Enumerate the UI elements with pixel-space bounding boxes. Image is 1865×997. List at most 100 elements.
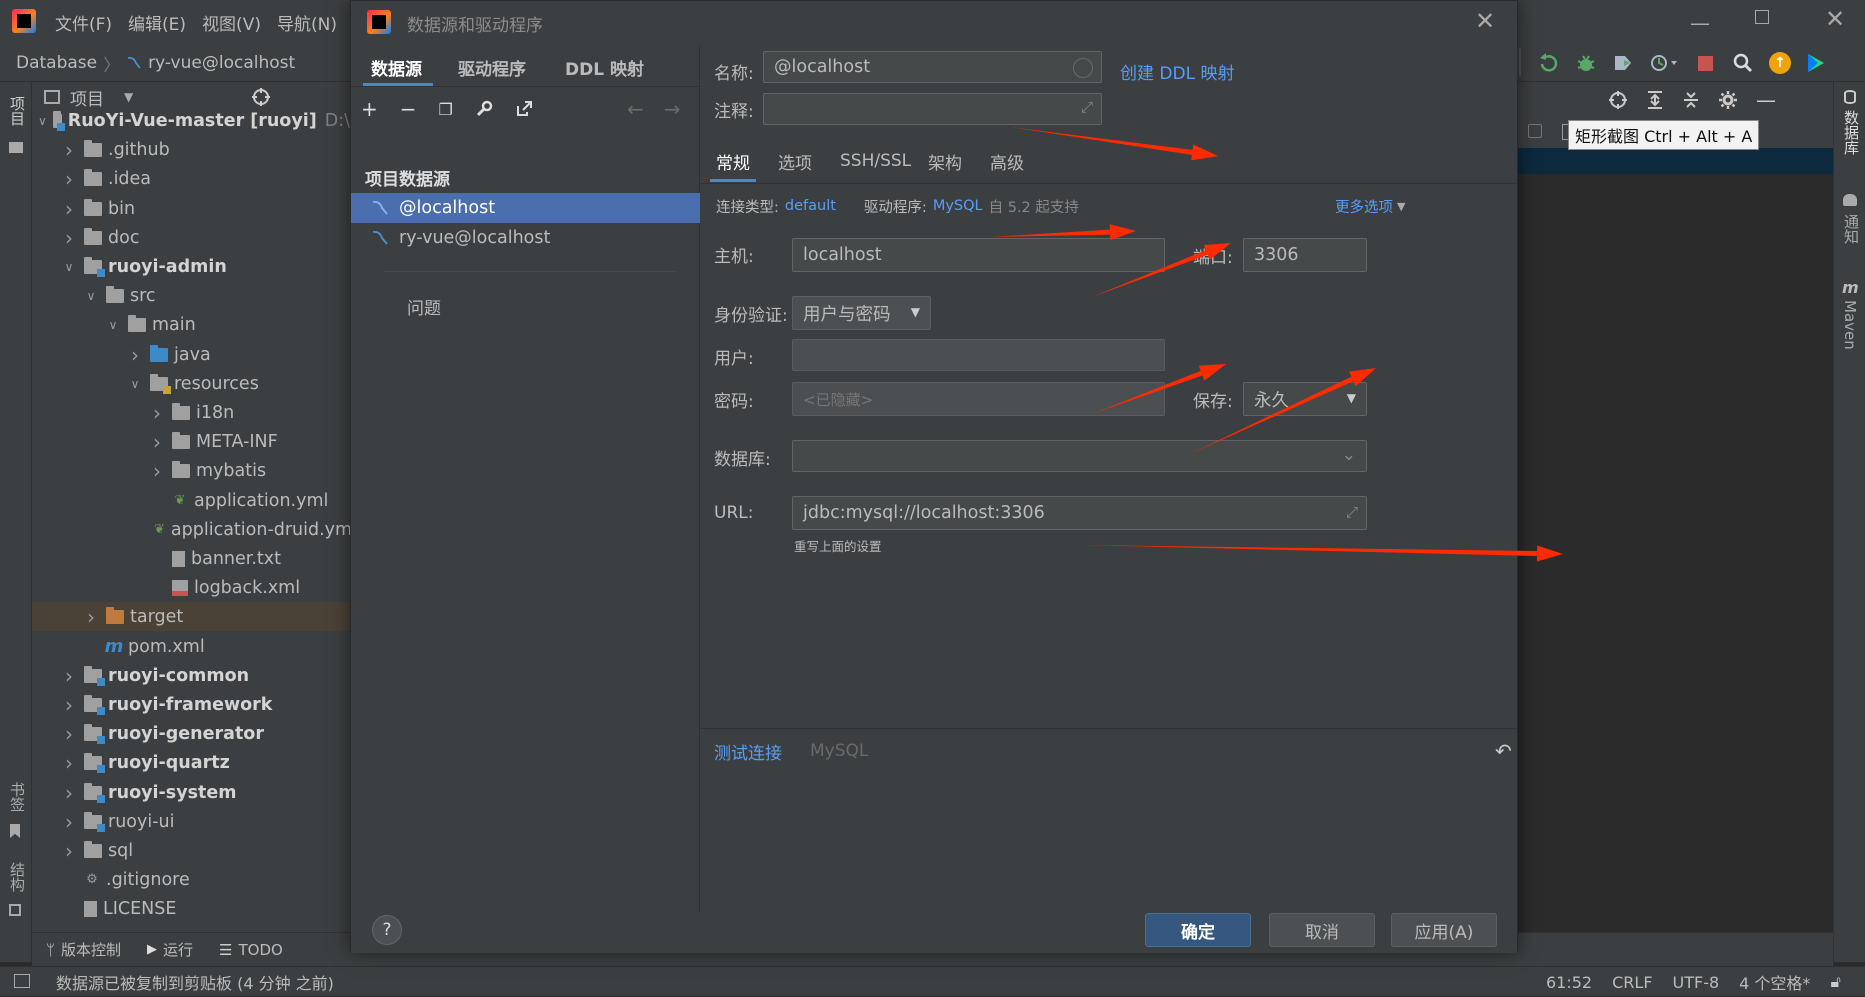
breadcrumb-datasource[interactable]: ry-vue@localhost — [148, 53, 295, 73]
chevron-right-icon[interactable]: › — [60, 197, 78, 221]
tree-item[interactable]: ❦ application-druid.yml — [32, 515, 350, 544]
notifications-tool-tab[interactable]: 通知 — [1841, 214, 1862, 244]
apply-button[interactable]: 应用(A) — [1391, 913, 1497, 947]
search-icon[interactable] — [1732, 52, 1754, 74]
chevron-down-icon[interactable]: ▼ — [124, 90, 133, 104]
line-separator[interactable]: CRLF — [1612, 973, 1652, 992]
chevron-right-icon[interactable]: › — [60, 839, 78, 863]
chevron-right-icon[interactable]: › — [60, 781, 78, 805]
todo-tool-button[interactable]: ☰ TODO — [219, 941, 283, 959]
tab-advanced[interactable]: 高级 — [990, 139, 1024, 183]
tree-item[interactable]: › ruoyi-ui — [32, 807, 350, 836]
bookmarks-tool-tab[interactable]: 书签 — [7, 782, 28, 812]
structure-tool-tab[interactable]: 结构 — [7, 862, 28, 892]
chevron-down-icon[interactable]: ∨ — [104, 318, 122, 332]
password-input[interactable]: <已隐藏> — [792, 382, 1165, 416]
update-icon[interactable]: ↑ — [1769, 52, 1791, 74]
database-tool-tab[interactable]: 数据库 — [1841, 110, 1862, 155]
tree-item[interactable]: LICENSE — [32, 894, 350, 923]
add-icon[interactable]: + — [361, 97, 378, 121]
chevron-right-icon[interactable]: › — [60, 138, 78, 162]
chevron-right-icon[interactable]: › — [60, 664, 78, 688]
port-input[interactable]: 3306 — [1243, 238, 1367, 272]
database-panel-selected-row[interactable] — [1518, 148, 1833, 174]
tree-item[interactable]: ∨ src — [32, 281, 350, 310]
url-input[interactable]: jdbc:mysql://localhost:3306 ⤢ — [792, 496, 1367, 530]
chevron-right-icon[interactable]: › — [126, 343, 144, 367]
locate-icon[interactable] — [1608, 90, 1628, 110]
tree-item[interactable]: › i18n — [32, 398, 350, 427]
tree-item[interactable]: › java — [32, 340, 350, 369]
dialog-close-button[interactable]: ✕ — [1475, 7, 1495, 35]
datasource-item-ry-vue[interactable]: ry-vue@localhost — [351, 223, 700, 253]
copy-icon[interactable]: ❐ — [439, 100, 453, 119]
test-connection-link[interactable]: 测试连接 — [714, 735, 782, 767]
tree-item[interactable]: banner.txt — [32, 544, 350, 573]
forward-arrow-icon[interactable]: → — [664, 97, 681, 121]
tree-item[interactable]: › META-INF — [32, 427, 350, 456]
chevron-right-icon[interactable]: › — [60, 810, 78, 834]
breadcrumb-database[interactable]: Database — [16, 53, 97, 73]
menu-edit[interactable]: 编辑(E) — [128, 10, 186, 35]
color-picker-icon[interactable] — [1073, 58, 1093, 78]
tree-item[interactable]: › ruoyi-quartz — [32, 748, 350, 777]
restore-window-button[interactable] — [1755, 10, 1769, 24]
rerun-icon[interactable] — [1538, 52, 1560, 74]
datasource-item-localhost[interactable]: @localhost — [351, 193, 700, 223]
host-input[interactable]: localhost — [792, 238, 1165, 272]
chevron-down-icon[interactable]: ∨ — [82, 289, 100, 303]
tree-item[interactable]: › ruoyi-common — [32, 661, 350, 690]
user-input[interactable] — [792, 339, 1165, 371]
driver-link[interactable]: MySQL — [933, 198, 983, 214]
gear-icon[interactable] — [1718, 90, 1738, 110]
expand-icon[interactable]: ⤢ — [1346, 503, 1358, 521]
refresh-icon[interactable] — [1528, 124, 1542, 138]
plugin-logo-icon[interactable] — [1806, 52, 1826, 74]
tree-item[interactable]: ⚙ .gitignore — [32, 865, 350, 894]
tree-item[interactable]: › .idea — [32, 164, 350, 193]
menu-navigate[interactable]: 导航(N) — [277, 10, 337, 35]
help-button[interactable]: ? — [372, 915, 402, 945]
tree-item[interactable]: ❦ application.yml — [32, 486, 350, 515]
remove-icon[interactable]: − — [400, 97, 417, 121]
maven-tool-tab[interactable]: Maven — [1841, 300, 1859, 350]
cancel-button[interactable]: 取消 — [1269, 913, 1375, 947]
minimize-window-button[interactable]: — — [1690, 11, 1710, 35]
project-tool-tab[interactable]: 项目 — [7, 96, 28, 126]
tree-item[interactable]: › ruoyi-generator — [32, 719, 350, 748]
tree-item[interactable]: › .github — [32, 135, 350, 164]
problems-item[interactable]: 问题 — [407, 294, 441, 319]
tree-item[interactable]: logback.xml — [32, 573, 350, 602]
chevron-right-icon[interactable]: › — [60, 722, 78, 746]
hide-panel-icon[interactable]: — — [1756, 88, 1776, 112]
chevron-down-icon[interactable]: ∨ — [60, 260, 78, 274]
chevron-right-icon[interactable]: › — [60, 751, 78, 775]
chevron-down-icon[interactable]: ∨ — [38, 114, 47, 128]
open-external-icon[interactable] — [515, 100, 533, 118]
vcs-tool-button[interactable]: ᛘ 版本控制 — [46, 939, 121, 960]
chevron-right-icon[interactable]: › — [60, 226, 78, 250]
tree-item[interactable]: ∨ resources — [32, 369, 350, 398]
caret-position[interactable]: 61:52 — [1546, 973, 1592, 992]
debug-icon[interactable] — [1575, 52, 1597, 74]
reset-icon[interactable]: ↶ — [1495, 735, 1512, 767]
tool-windows-toggle-icon[interactable] — [14, 974, 30, 988]
tree-item[interactable]: › bin — [32, 194, 350, 223]
back-arrow-icon[interactable]: ← — [627, 97, 644, 121]
chevron-right-icon[interactable]: › — [60, 693, 78, 717]
tree-item[interactable]: › target — [32, 602, 350, 631]
tree-item[interactable]: ∨ ruoyi-admin — [32, 252, 350, 281]
wrench-icon[interactable] — [475, 100, 493, 118]
tree-item[interactable]: ∨ RuoYi-Vue-master [ruoyi] D:\ — [32, 106, 350, 135]
chevron-right-icon[interactable]: › — [60, 167, 78, 191]
comment-input[interactable]: ⤢ — [763, 93, 1102, 125]
tree-item[interactable]: m pom.xml — [32, 632, 350, 661]
file-encoding[interactable]: UTF-8 — [1673, 973, 1720, 992]
tree-item[interactable]: › sql — [32, 836, 350, 865]
tab-ssh-ssl[interactable]: SSH/SSL — [840, 139, 911, 183]
create-ddl-mapping-link[interactable]: 创建 DDL 映射 — [1120, 55, 1234, 87]
status-message[interactable]: 数据源已被复制到剪贴板 (4 分钟 之前) — [56, 967, 334, 997]
close-window-button[interactable]: ✕ — [1825, 5, 1845, 33]
tab-schemas[interactable]: 架构 — [928, 139, 962, 183]
indent-setting[interactable]: 4 个空格* — [1739, 970, 1810, 994]
